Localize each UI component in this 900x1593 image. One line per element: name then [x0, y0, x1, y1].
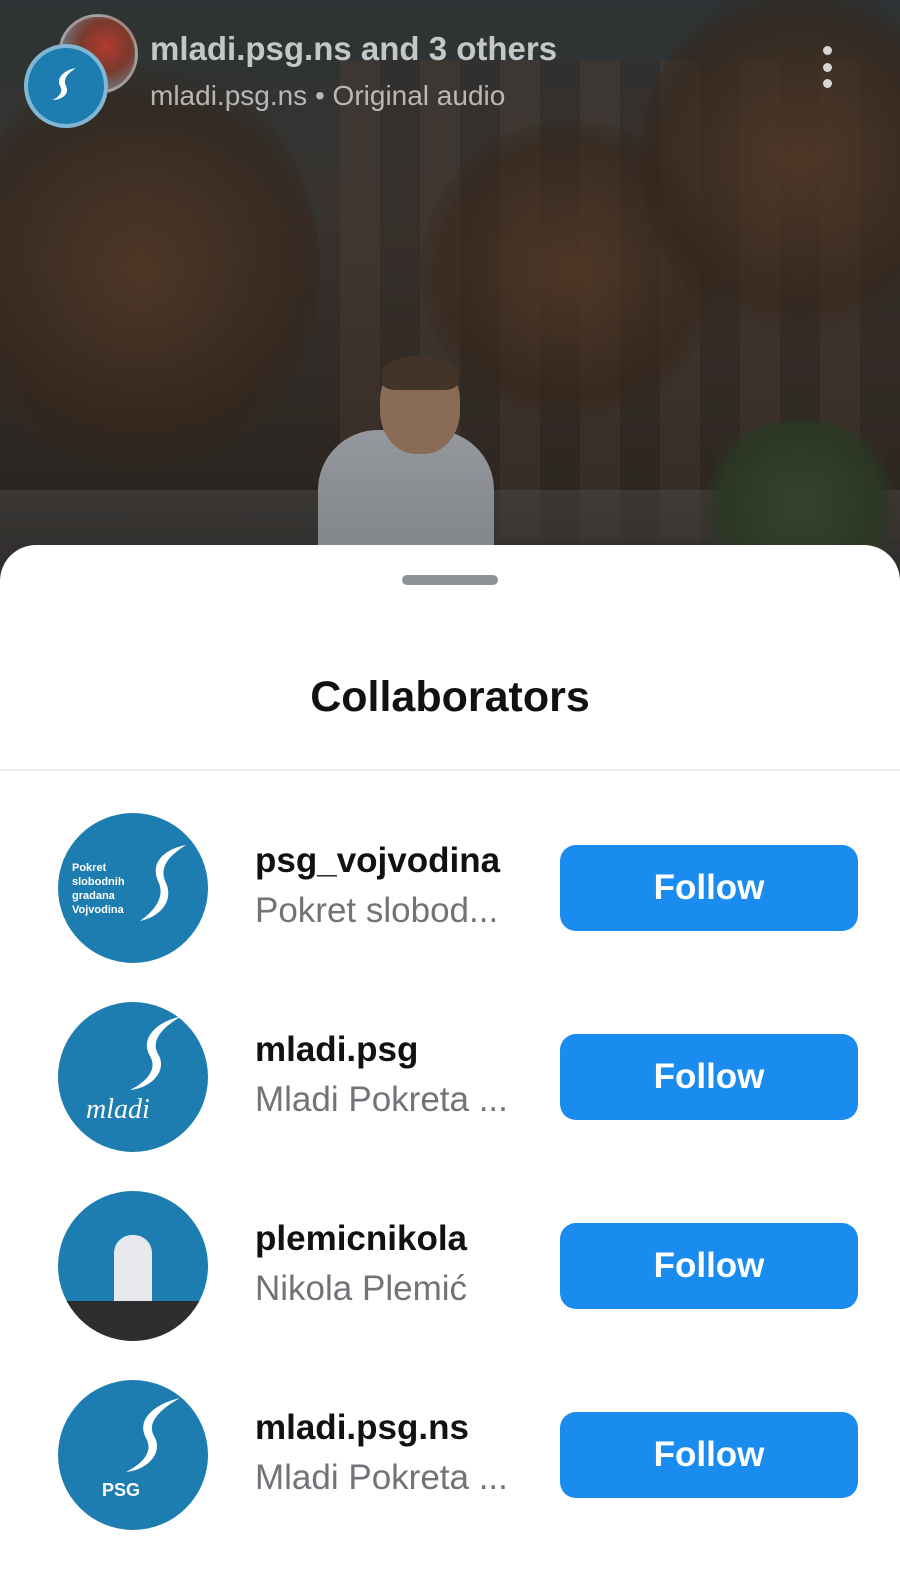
collaborator-username[interactable]: mladi.psg: [255, 1030, 418, 1070]
collaborator-row: mladi mladi.psg Mladi Pokreta ... Follow: [0, 1002, 900, 1152]
collaborator-username[interactable]: psg_vojvodina: [255, 841, 500, 881]
follow-button[interactable]: Follow: [560, 1034, 858, 1120]
avatar[interactable]: mladi: [58, 1002, 208, 1152]
avatar[interactable]: [58, 1191, 208, 1341]
reel-author-title[interactable]: mladi.psg.ns and 3 others: [150, 30, 557, 68]
reel-header: mladi.psg.ns and 3 others mladi.psg.ns •…: [0, 0, 900, 130]
collaborator-row: PSG mladi.psg.ns Mladi Pokreta ... Follo…: [0, 1380, 900, 1530]
avatar-photo-crowd: [58, 1301, 208, 1341]
psg-logo-icon: [126, 1398, 180, 1472]
collaborators-sheet: Collaborators Pokret slobodnih gradana Vojv…: [0, 545, 900, 1593]
collaborator-fullname: Nikola Plemić: [255, 1269, 467, 1308]
sheet-drag-handle[interactable]: [402, 575, 498, 585]
follow-button[interactable]: Follow: [560, 1223, 858, 1309]
collaborator-fullname: Mladi Pokreta ...: [255, 1080, 508, 1119]
collaborator-username[interactable]: plemicnikola: [255, 1219, 467, 1259]
collaborator-avatar-primary[interactable]: [24, 44, 108, 128]
collaborator-row: Pokret slobodnih gradana Vojvodina psg_vojv…: [0, 813, 900, 963]
avatar-logo-text: PSG: [102, 1480, 141, 1500]
divider: [0, 769, 900, 771]
collaborator-username[interactable]: mladi.psg.ns: [255, 1408, 469, 1448]
avatar-logo-text: Pokret slobodnih gradana Vojvodina: [72, 862, 125, 916]
collaborator-fullname: Mladi Pokreta ...: [255, 1458, 508, 1497]
avatar[interactable]: Pokret slobodnih gradana Vojvodina: [58, 813, 208, 963]
collaborator-row: plemicnikola Nikola Plemić Follow: [0, 1191, 900, 1341]
collaborator-fullname: Pokret slobod...: [255, 891, 499, 930]
more-vertical-icon[interactable]: [810, 42, 844, 92]
psg-logo-icon: [140, 845, 186, 921]
avatar[interactable]: PSG: [58, 1380, 208, 1530]
avatar-logo-text: mladi: [86, 1094, 150, 1125]
follow-button[interactable]: Follow: [560, 845, 858, 931]
psg-logo-icon: [52, 68, 76, 100]
sheet-title: Collaborators: [310, 673, 590, 721]
reel-audio-subtitle[interactable]: mladi.psg.ns • Original audio: [150, 80, 505, 112]
follow-button[interactable]: Follow: [560, 1412, 858, 1498]
